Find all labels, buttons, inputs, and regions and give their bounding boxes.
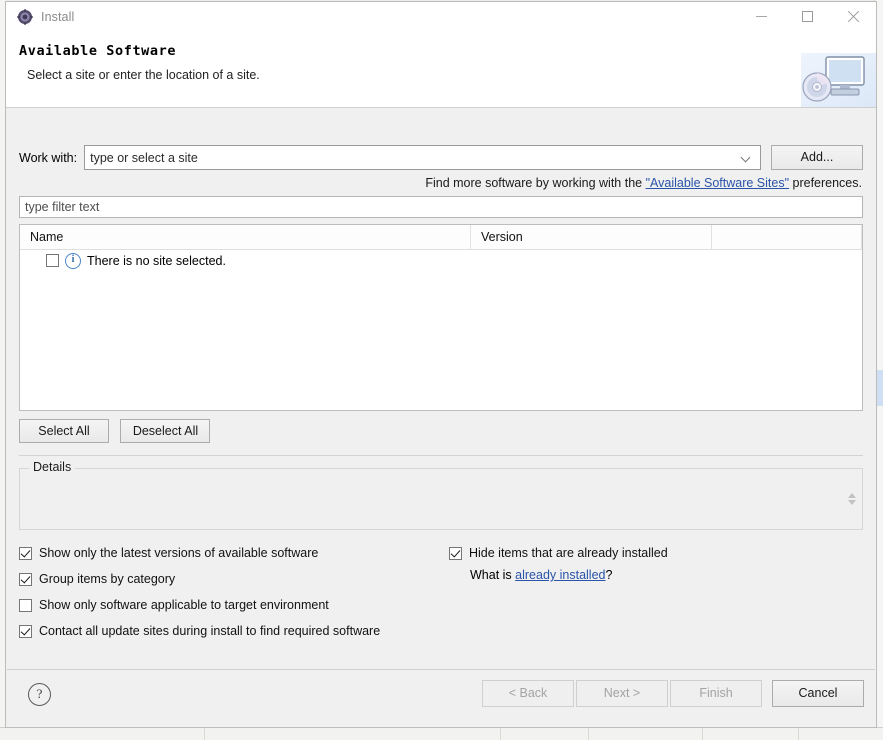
available-software-table[interactable]: Name Version i There is no site selected…	[19, 224, 863, 411]
wizard-navigation-buttons: < Back Next > Finish Cancel	[480, 680, 864, 707]
checkbox[interactable]	[19, 573, 32, 586]
dialog-header: Available Software Select a site or ente…	[6, 31, 876, 108]
finish-button[interactable]: Finish	[670, 680, 762, 707]
option-label: Show only the latest versions of availab…	[39, 546, 318, 560]
option-show-latest-versions[interactable]: Show only the latest versions of availab…	[19, 540, 449, 566]
add-site-button[interactable]: Add...	[771, 145, 863, 170]
work-with-combo[interactable]: type or select a site	[84, 145, 761, 170]
background-divider	[204, 728, 205, 740]
column-header-blank[interactable]	[712, 225, 862, 249]
dialog-body: Work with: type or select a site Add... …	[6, 108, 876, 727]
option-hide-installed-items[interactable]: Hide items that are already installed	[449, 540, 863, 566]
page-subtitle: Select a site or enter the location of a…	[27, 68, 260, 82]
what-is-already-installed: What is already installed?	[470, 568, 863, 582]
option-label: Group items by category	[39, 572, 175, 586]
minimize-icon	[756, 16, 767, 17]
details-group: Details	[19, 468, 863, 530]
select-all-button[interactable]: Select All	[19, 419, 109, 443]
install-dialog: Install Available Software Select a site…	[5, 1, 877, 728]
row-checkbox[interactable]	[46, 254, 59, 267]
background-divider	[588, 728, 589, 740]
selection-buttons: Select All Deselect All	[19, 419, 210, 443]
available-software-sites-hint: Find more software by working with the "…	[425, 176, 862, 190]
close-icon	[847, 11, 859, 23]
option-label: Show only software applicable to target …	[39, 598, 329, 612]
option-label: Contact all update sites during install …	[39, 624, 380, 638]
table-row[interactable]: i There is no site selected.	[20, 250, 862, 271]
column-header-version[interactable]: Version	[471, 225, 712, 249]
background-divider	[702, 728, 703, 740]
option-group-by-category[interactable]: Group items by category	[19, 566, 449, 592]
checkbox[interactable]	[449, 547, 462, 560]
background-bottom-bar	[0, 727, 883, 740]
checkbox[interactable]	[19, 547, 32, 560]
row-label: There is no site selected.	[87, 254, 226, 268]
details-label: Details	[29, 460, 75, 474]
help-icon[interactable]: ?	[28, 683, 51, 706]
what-is-suffix: ?	[606, 568, 613, 582]
column-header-name[interactable]: Name	[20, 225, 471, 249]
maximize-icon	[802, 11, 813, 22]
close-button[interactable]	[830, 2, 876, 31]
chevron-down-icon[interactable]	[742, 154, 751, 163]
dialog-title: Install	[41, 10, 74, 24]
maximize-button[interactable]	[784, 2, 830, 31]
dialog-titlebar[interactable]: Install	[6, 2, 876, 31]
table-header: Name Version	[20, 225, 862, 250]
back-button[interactable]: < Back	[482, 680, 574, 707]
eclipse-install-icon	[16, 8, 33, 25]
hint-prefix: Find more software by working with the	[425, 176, 645, 190]
filter-input[interactable]: type filter text	[19, 196, 863, 218]
dialog-footer: ? < Back Next > Finish Cancel	[6, 670, 876, 727]
arrow-down-icon	[848, 500, 856, 505]
work-with-label: Work with:	[19, 151, 77, 165]
background-divider	[500, 728, 501, 740]
window-controls	[738, 2, 876, 31]
deselect-all-button[interactable]: Deselect All	[120, 419, 210, 443]
info-icon: i	[65, 253, 81, 269]
work-with-value: type or select a site	[85, 151, 198, 165]
computer-disc-banner-icon	[793, 53, 876, 107]
minimize-button[interactable]	[738, 2, 784, 31]
horizontal-separator	[19, 455, 863, 456]
next-button[interactable]: Next >	[576, 680, 668, 707]
options-left-column: Show only the latest versions of availab…	[19, 540, 449, 644]
cancel-button[interactable]: Cancel	[772, 680, 864, 707]
page-title: Available Software	[19, 43, 176, 59]
checkbox[interactable]	[19, 599, 32, 612]
options-right-column: Hide items that are already installed Wh…	[449, 540, 863, 582]
what-is-prefix: What is	[470, 568, 515, 582]
up-down-arrows-icon[interactable]	[846, 489, 857, 509]
checkbox[interactable]	[19, 625, 32, 638]
arrow-up-icon	[848, 493, 856, 498]
work-with-row: Work with: type or select a site Add...	[19, 145, 863, 170]
option-target-environment[interactable]: Show only software applicable to target …	[19, 592, 449, 618]
already-installed-link[interactable]: already installed	[515, 568, 605, 582]
available-software-sites-link[interactable]: "Available Software Sites"	[646, 176, 789, 190]
option-contact-all-update-sites[interactable]: Contact all update sites during install …	[19, 618, 449, 644]
background-divider	[798, 728, 799, 740]
option-label: Hide items that are already installed	[469, 546, 668, 560]
hint-suffix: preferences.	[789, 176, 862, 190]
